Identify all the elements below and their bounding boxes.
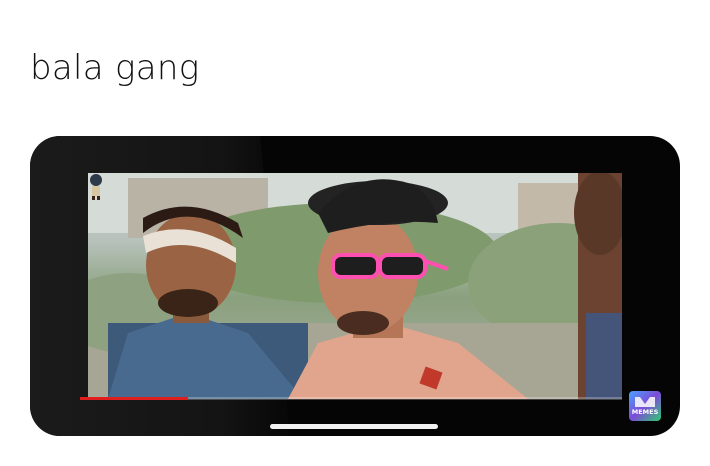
video-progress-bar[interactable] [80,397,622,400]
video-frame[interactable] [88,173,622,399]
video-progress-fill [80,397,189,400]
channel-logo-icon [90,174,102,200]
memes-logo-icon [629,391,661,421]
post-caption: bala gang [30,48,200,88]
video-still [88,173,622,399]
video-player[interactable]: MEMES [30,136,680,436]
memes-logo-text: MEMES [631,408,659,416]
home-indicator[interactable] [270,424,438,429]
memes-watermark-logo: MEMES [629,391,661,421]
